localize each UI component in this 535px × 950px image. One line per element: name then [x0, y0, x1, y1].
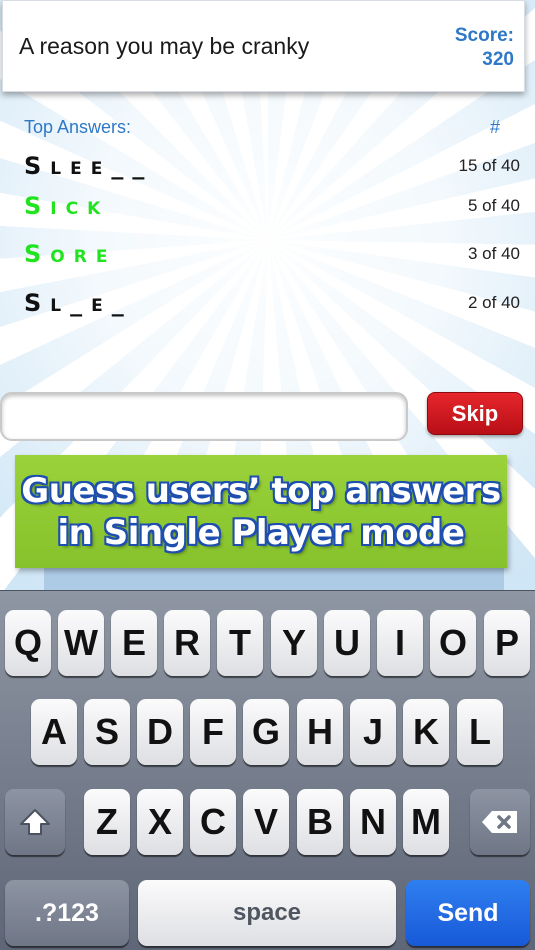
key-s[interactable]: S — [84, 699, 130, 765]
answer-text: Slee__ — [24, 152, 154, 180]
score-label: Score: — [454, 25, 514, 46]
key-h[interactable]: H — [297, 699, 343, 765]
answer-text: Sl_e_ — [24, 289, 133, 317]
answer-row: Sore 3 of 40 — [0, 240, 535, 280]
answer-row: Sick 5 of 40 — [0, 192, 535, 232]
question-card: A reason you may be cranky Score: 320 — [2, 0, 525, 92]
key-o[interactable]: O — [430, 610, 476, 676]
shift-key[interactable] — [5, 789, 65, 855]
keyboard: Q W E R T Y U I O P A S D F G H J K L Z … — [0, 590, 535, 950]
promo-line-1: Guess users’ top answers — [21, 470, 501, 511]
key-z[interactable]: Z — [84, 789, 130, 855]
key-j[interactable]: J — [350, 699, 396, 765]
key-c[interactable]: C — [190, 789, 236, 855]
answer-text: Sick — [24, 192, 110, 220]
key-i[interactable]: I — [377, 610, 423, 676]
answer-input-wrapper — [0, 392, 408, 441]
key-n[interactable]: N — [350, 789, 396, 855]
key-r[interactable]: R — [164, 610, 210, 676]
promo-line-2: in Single Player mode — [57, 512, 465, 553]
key-v[interactable]: V — [243, 789, 289, 855]
answer-text: Sore — [24, 240, 117, 268]
score-value: 320 — [482, 49, 514, 70]
key-x[interactable]: X — [137, 789, 183, 855]
answer-count: 2 of 40 — [468, 293, 520, 312]
key-l[interactable]: L — [457, 699, 503, 765]
answer-row: Slee__ 15 of 40 — [0, 152, 535, 192]
question-text: A reason you may be cranky — [19, 33, 310, 59]
answer-count: 15 of 40 — [458, 156, 520, 175]
key-y[interactable]: Y — [271, 610, 317, 676]
key-p[interactable]: P — [484, 610, 530, 676]
top-answers-header: Top Answers: — [24, 117, 132, 137]
key-q[interactable]: Q — [5, 610, 51, 676]
key-a[interactable]: A — [31, 699, 77, 765]
answer-input[interactable] — [2, 394, 406, 439]
key-d[interactable]: D — [137, 699, 183, 765]
answer-row: Sl_e_ 2 of 40 — [0, 289, 535, 329]
promo-banner: Guess users’ top answers in Single Playe… — [15, 455, 507, 568]
space-key[interactable]: space — [138, 880, 396, 946]
key-u[interactable]: U — [324, 610, 370, 676]
key-g[interactable]: G — [243, 699, 289, 765]
answer-count: 5 of 40 — [468, 196, 520, 215]
key-f[interactable]: F — [190, 699, 236, 765]
key-w[interactable]: W — [58, 610, 104, 676]
answer-count: 3 of 40 — [468, 244, 520, 263]
count-header: # — [489, 117, 500, 137]
skip-button[interactable]: Skip — [427, 392, 523, 435]
key-b[interactable]: B — [297, 789, 343, 855]
key-e[interactable]: E — [111, 610, 157, 676]
send-key[interactable]: Send — [406, 880, 530, 946]
key-m[interactable]: M — [403, 789, 449, 855]
key-t[interactable]: T — [217, 610, 263, 676]
shift-icon — [20, 809, 50, 835]
numbers-key[interactable]: .?123 — [5, 880, 129, 946]
backspace-icon — [482, 811, 517, 833]
delete-key[interactable] — [470, 789, 530, 855]
key-k[interactable]: K — [403, 699, 449, 765]
